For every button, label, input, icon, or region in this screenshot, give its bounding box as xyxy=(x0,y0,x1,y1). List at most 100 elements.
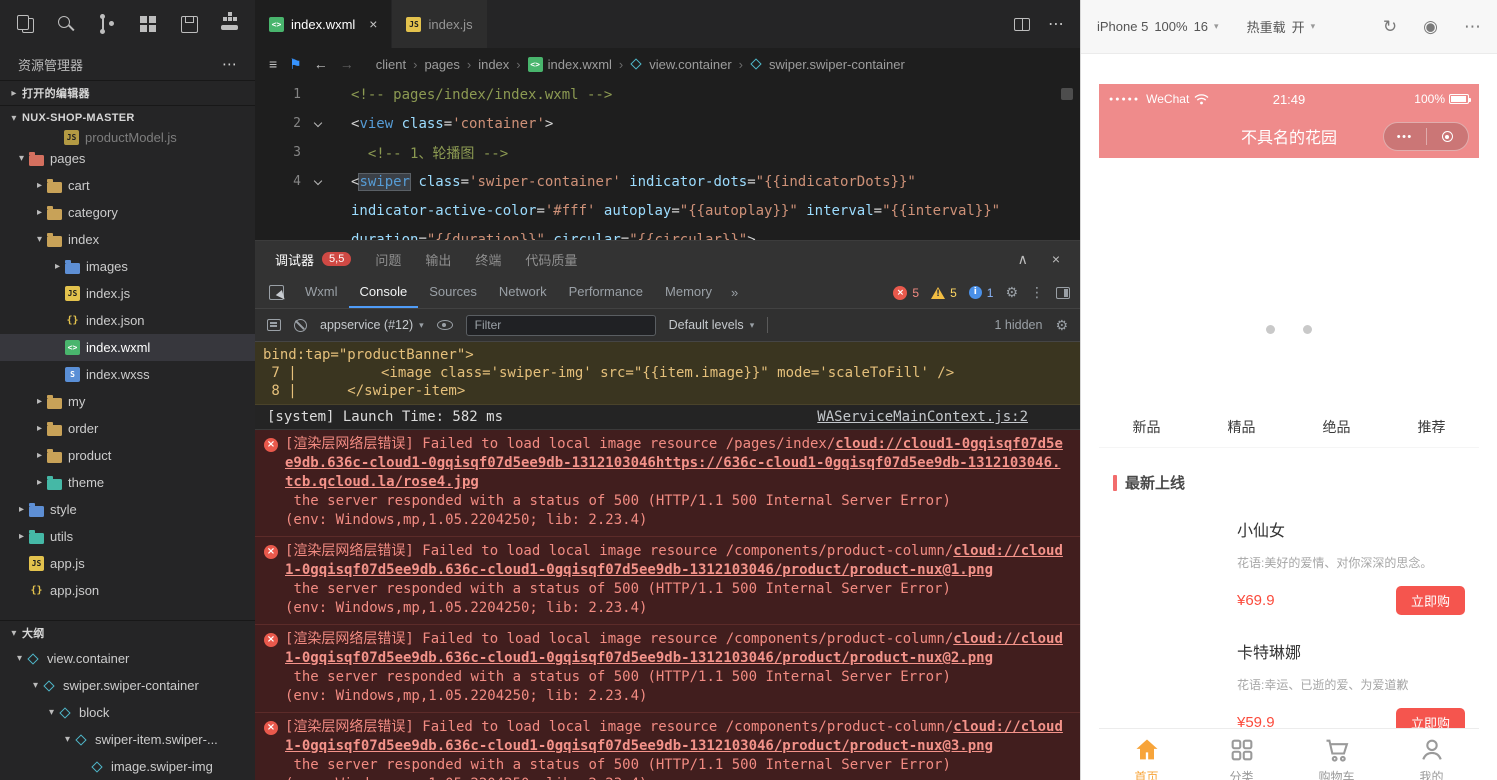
tree-item-cart[interactable]: ▸ cart xyxy=(0,172,255,199)
category-tab-精品[interactable]: 精品 xyxy=(1194,417,1289,437)
split-editor-icon[interactable] xyxy=(1014,17,1030,31)
live-expression-icon[interactable] xyxy=(436,320,453,330)
device-selector[interactable]: iPhone 5 100% 16 ▾ xyxy=(1097,19,1219,34)
devtools-settings-icon[interactable]: ⚙ xyxy=(1005,284,1018,301)
console-sidebar-icon[interactable] xyxy=(267,319,281,331)
tree-item-order[interactable]: ▸ order xyxy=(0,415,255,442)
inspect-element-icon[interactable] xyxy=(269,285,284,300)
category-tab-新品[interactable]: 新品 xyxy=(1099,417,1194,437)
modules-icon[interactable] xyxy=(137,13,159,35)
breadcrumb-item-pages[interactable]: pages xyxy=(424,57,459,72)
panel-tab-调试器[interactable]: 调试器 xyxy=(275,250,314,269)
console-log[interactable]: bind:tap="productBanner"> 7 | <image cla… xyxy=(255,342,1080,780)
tree-item-theme[interactable]: ▸ theme xyxy=(0,469,255,496)
more-tabs-icon[interactable]: » xyxy=(723,285,746,300)
tree-item-productmodel[interactable]: JS productModel.js xyxy=(0,130,255,145)
outline-section[interactable]: ▾ 大纲 xyxy=(0,620,255,645)
hot-reload-toggle[interactable]: 热重载 开 ▾ xyxy=(1247,17,1316,36)
close-tab-icon[interactable]: × xyxy=(369,16,377,32)
tabbar-item-profile[interactable]: 我的 xyxy=(1384,736,1479,780)
record-icon[interactable]: ◉ xyxy=(1423,17,1438,37)
tree-item-images[interactable]: ▸ images xyxy=(0,253,255,280)
category-tab-绝品[interactable]: 绝品 xyxy=(1289,417,1384,437)
more-actions-icon[interactable]: ⋯ xyxy=(222,55,237,73)
tree-item-app.json[interactable]: {} app.json xyxy=(0,577,255,604)
product-card[interactable]: 小仙女 花语:美好的爱情、对你深深的思念。 ¥69.9 立即购 xyxy=(1113,513,1465,615)
git-branch-icon[interactable] xyxy=(96,13,118,35)
outline-item-swiper-item.swiper-...[interactable]: ▾ swiper-item.swiper-... xyxy=(0,726,255,753)
breadcrumb-item-swiper.swiper-container[interactable]: swiper.swiper-container xyxy=(750,57,905,72)
refresh-icon[interactable]: ↻ xyxy=(1383,17,1397,37)
panel-tab-代码质量[interactable]: 代码质量 xyxy=(525,250,577,269)
devtools-tab-sources[interactable]: Sources xyxy=(418,277,488,308)
category-tab-推荐[interactable]: 推荐 xyxy=(1384,417,1479,437)
devtools-tab-wxml[interactable]: Wxml xyxy=(294,277,349,308)
dock-side-icon[interactable] xyxy=(1056,286,1070,299)
tab-index-wxml[interactable]: <> index.wxml × xyxy=(255,0,393,48)
console-filter-input[interactable] xyxy=(465,314,656,336)
product-card[interactable]: 卡特琳娜 花语:幸运、已逝的爱、为爱道歉 ¥59.9 立即购 xyxy=(1113,635,1465,737)
tree-item-style[interactable]: ▸ style xyxy=(0,496,255,523)
outline-item-view.container[interactable]: ▾ view.container xyxy=(0,645,255,672)
bookmark-icon[interactable]: ⚑ xyxy=(289,56,302,73)
more-actions-icon[interactable]: ⋯ xyxy=(1048,14,1064,34)
breadcrumb-item-index[interactable]: index xyxy=(478,57,509,72)
tree-item-index.json[interactable]: {} index.json xyxy=(0,307,255,334)
tree-item-index[interactable]: ▾ index xyxy=(0,226,255,253)
tree-item-app.js[interactable]: JS app.js xyxy=(0,550,255,577)
tree-item-index.js[interactable]: JS index.js xyxy=(0,280,255,307)
breadcrumb-item-view.container[interactable]: view.container xyxy=(630,57,732,72)
more-icon[interactable]: ⋯ xyxy=(1464,17,1481,37)
issues-count-icon[interactable]: i xyxy=(968,286,982,299)
docs-icon[interactable] xyxy=(14,13,36,35)
outline-item-swiper.swiper-container[interactable]: ▾ swiper.swiper-container xyxy=(0,672,255,699)
outline-item-block[interactable]: ▾ block xyxy=(0,699,255,726)
outline-item-image.swiper-img[interactable]: image.swiper-img xyxy=(0,753,255,780)
devtools-tab-memory[interactable]: Memory xyxy=(654,277,723,308)
close-panel-icon[interactable]: × xyxy=(1052,251,1060,268)
search-icon[interactable] xyxy=(55,13,77,35)
tree-item-index.wxss[interactable]: Sindex.wxss xyxy=(0,361,255,388)
panel-tab-问题[interactable]: 问题 xyxy=(375,250,401,269)
forward-arrow-icon[interactable]: → xyxy=(340,56,354,72)
scrollbar-marker[interactable] xyxy=(1061,88,1073,100)
tabbar-item-category[interactable]: 分类 xyxy=(1194,736,1289,780)
warning-count-icon[interactable] xyxy=(931,286,946,300)
breadcrumb-item-index.wxml[interactable]: <> index.wxml xyxy=(527,56,612,72)
devtools-menu-icon[interactable]: ⋮ xyxy=(1030,284,1044,301)
tree-item-index.wxml[interactable]: <> index.wxml xyxy=(0,334,255,361)
panel-tab-终端[interactable]: 终端 xyxy=(475,250,501,269)
docker-icon[interactable] xyxy=(219,13,241,35)
buy-button[interactable]: 立即购 xyxy=(1395,586,1465,615)
back-arrow-icon[interactable]: ← xyxy=(314,56,328,72)
project-section[interactable]: ▾ NUX-SHOP-MASTER xyxy=(0,105,255,130)
tree-item-utils[interactable]: ▸ utils xyxy=(0,523,255,550)
devtools-tab-network[interactable]: Network xyxy=(488,277,558,308)
panel-tab-输出[interactable]: 输出 xyxy=(425,250,451,269)
collapse-panel-icon[interactable]: ∧ xyxy=(1018,251,1028,268)
breadcrumb-item-client[interactable]: client xyxy=(376,57,406,72)
tab-index-js[interactable]: JS index.js xyxy=(392,0,488,48)
tabbar-item-home[interactable]: 首页 xyxy=(1099,736,1194,780)
log-levels-select[interactable]: Default levels ▾ xyxy=(669,318,755,332)
error-count-icon[interactable]: × xyxy=(893,285,908,300)
source-link[interactable]: WAServiceMainContext.js:2 xyxy=(817,409,1028,425)
tree-item-product[interactable]: ▸ product xyxy=(0,442,255,469)
banner-swiper[interactable] xyxy=(1099,158,1479,348)
devtools-tab-performance[interactable]: Performance xyxy=(558,277,654,308)
open-editors-section[interactable]: ▸ 打开的编辑器 xyxy=(0,80,255,105)
devtools-tab-console[interactable]: Console xyxy=(348,277,419,308)
tabbar-item-cart[interactable]: 购物车 xyxy=(1289,736,1384,780)
tree-item-pages[interactable]: ▾ pages xyxy=(0,145,255,172)
console-settings-icon[interactable]: ⚙ xyxy=(1055,317,1068,334)
more-options-icon[interactable]: ••• xyxy=(1384,131,1426,143)
outline-menu-icon[interactable]: ≡ xyxy=(269,56,277,72)
exit-miniprogram-icon[interactable] xyxy=(1427,131,1469,142)
code-editor[interactable]: 1 <!-- pages/index/index.wxml --> 2 <view c… xyxy=(255,80,1080,240)
clear-console-icon[interactable] xyxy=(294,318,307,332)
tree-item-category[interactable]: ▸ category xyxy=(0,199,255,226)
execution-context-select[interactable]: appservice (#12) ▾ xyxy=(320,318,424,332)
save-icon[interactable] xyxy=(178,13,200,35)
fold-icon[interactable] xyxy=(307,174,329,190)
fold-icon[interactable] xyxy=(307,116,329,132)
